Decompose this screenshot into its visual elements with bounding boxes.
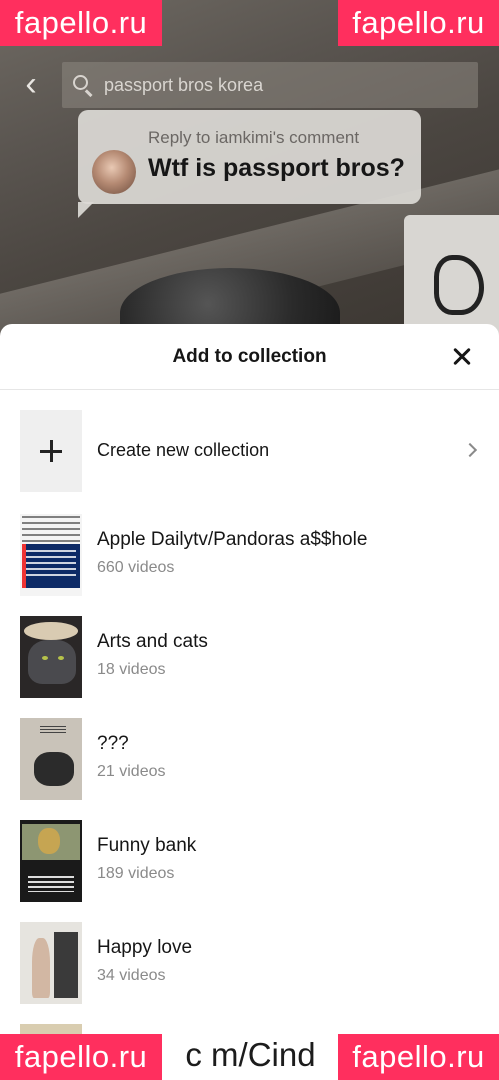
watermark-url: c m/Cind (185, 1036, 316, 1073)
watermark: fapello.ru (338, 0, 499, 46)
chevron-left-icon: ‹ (25, 65, 37, 103)
collection-item[interactable]: Apple Dailytv/Pandoras a$$hole 660 video… (0, 514, 499, 598)
sheet-title: Add to collection (172, 346, 327, 367)
wall-art-swirl (434, 255, 484, 315)
collection-count: 21 videos (97, 763, 166, 780)
collection-item[interactable]: Happy love 34 videos (0, 922, 499, 1006)
collection-thumbnail (20, 718, 82, 800)
collection-name: Apple Dailytv/Pandoras a$$hole (97, 529, 368, 550)
collection-count: 189 videos (97, 865, 175, 882)
sheet-header: Add to collection (0, 324, 499, 390)
close-icon[interactable] (449, 344, 475, 370)
reply-comment-text: Wtf is passport bros? (148, 154, 405, 182)
create-collection-thumb (20, 410, 82, 492)
collection-thumbnail (20, 514, 82, 596)
add-to-collection-sheet: Add to collection Create new collection … (0, 324, 499, 1080)
chevron-right-icon (462, 442, 478, 458)
reply-comment-bubble: Reply to iamkimi's comment Wtf is passpo… (78, 110, 421, 218)
reply-to-label: Reply to iamkimi's comment (148, 128, 360, 147)
collection-thumbnail (20, 616, 82, 698)
collection-count: 34 videos (97, 967, 166, 984)
collection-name: Funny bank (97, 835, 197, 856)
search-bar[interactable]: passport bros korea (62, 62, 478, 108)
watermark: fapello.ru (0, 0, 162, 46)
collection-thumbnail (20, 820, 82, 902)
avatar (92, 150, 136, 194)
search-query: passport bros korea (104, 74, 264, 95)
collection-count: 18 videos (97, 661, 166, 678)
watermark: fapello.ru (338, 1034, 499, 1080)
watermark: fapello.ru (0, 1034, 162, 1080)
collection-count: 660 videos (97, 559, 175, 576)
collection-item[interactable]: Funny bank 189 videos (0, 820, 499, 904)
create-collection-row[interactable]: Create new collection (0, 410, 499, 494)
collection-name: Happy love (97, 937, 193, 958)
collection-name: ??? (97, 733, 129, 754)
collection-item[interactable]: ??? 21 videos (0, 718, 499, 802)
back-button[interactable]: ‹ (14, 66, 48, 102)
collection-item[interactable]: Arts and cats 18 videos (0, 616, 499, 700)
collection-thumbnail (20, 922, 82, 1004)
wall-art (404, 215, 499, 340)
create-collection-label: Create new collection (97, 440, 270, 460)
search-icon (72, 74, 94, 97)
collection-name: Arts and cats (97, 631, 208, 652)
plus-icon (40, 440, 62, 462)
